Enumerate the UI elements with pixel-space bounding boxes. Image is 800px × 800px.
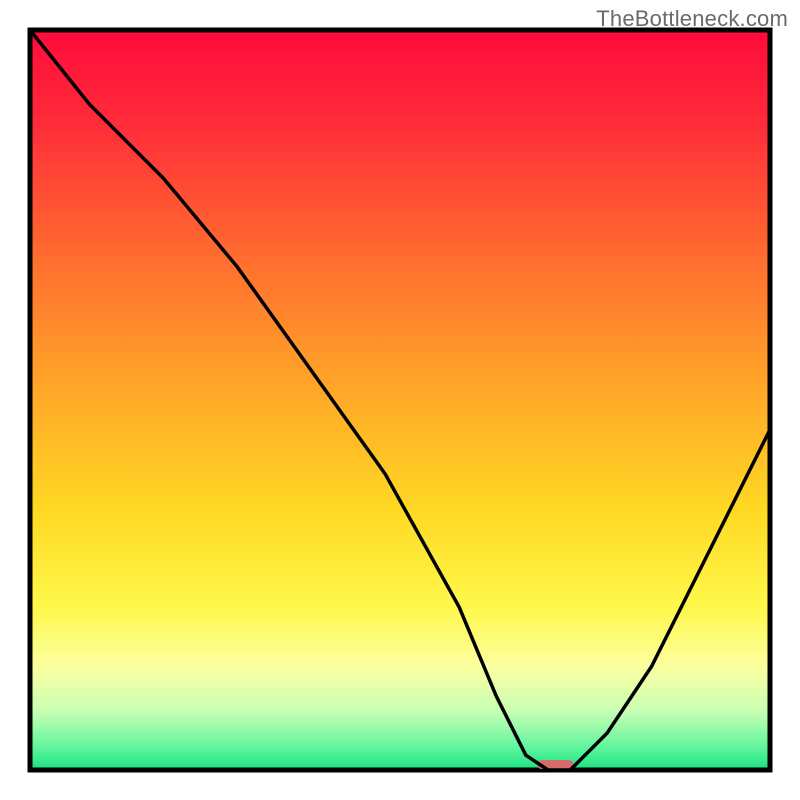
watermark-text: TheBottleneck.com — [596, 6, 788, 32]
plot-background — [30, 30, 770, 770]
bottleneck-chart — [0, 0, 800, 800]
chart-container: TheBottleneck.com — [0, 0, 800, 800]
